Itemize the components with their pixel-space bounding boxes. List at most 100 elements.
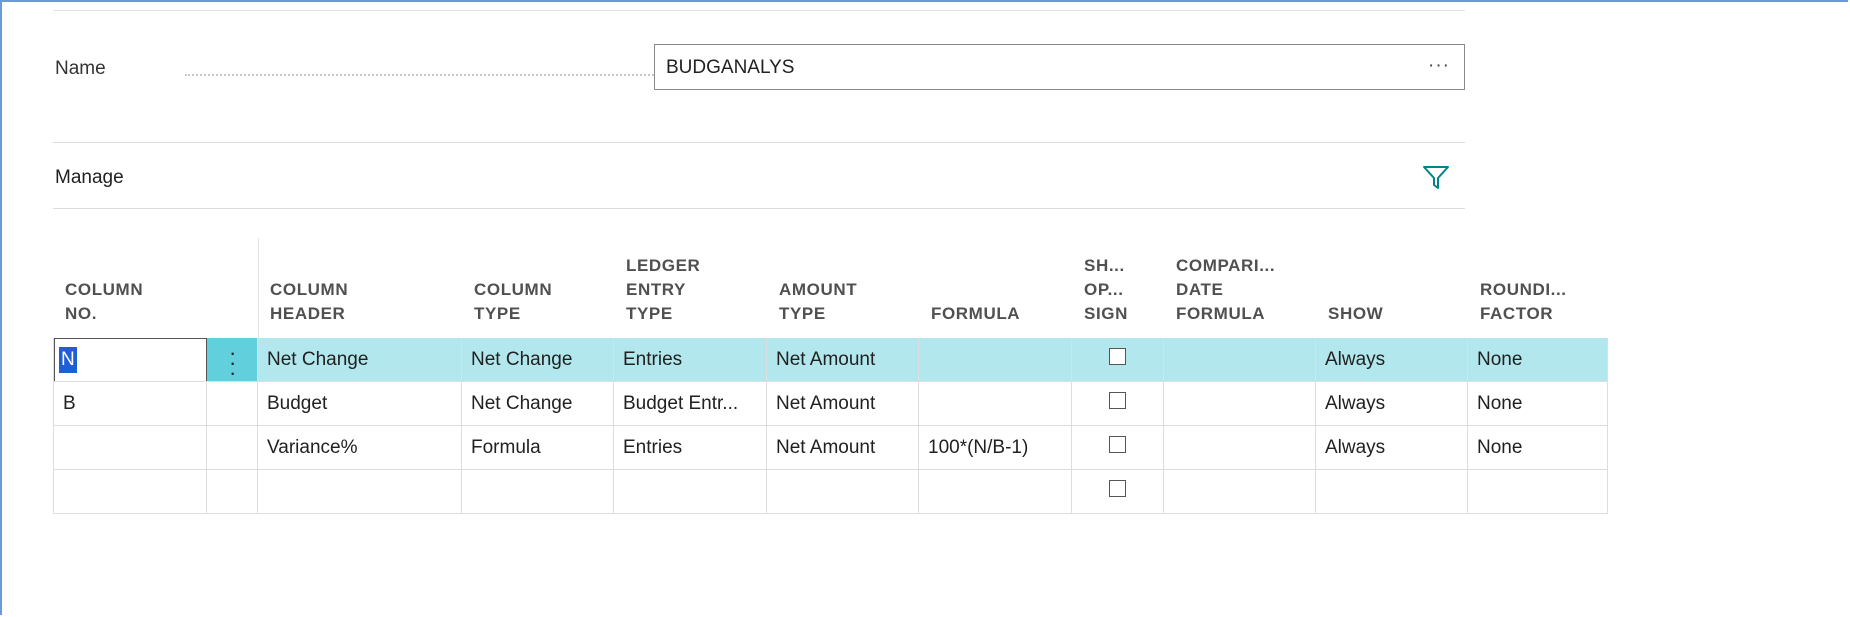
cell-divider xyxy=(206,382,207,426)
cell-text: Net Amount xyxy=(776,393,876,414)
column-header-label: COLUMN TYPE xyxy=(474,280,553,323)
cell-show[interactable]: Always xyxy=(1316,426,1468,470)
cell-ledger[interactable]: Budget Entr... xyxy=(614,382,767,426)
divider xyxy=(53,142,1465,143)
cell-no[interactable] xyxy=(53,470,258,514)
cell-formula[interactable]: 100*(N/B-1) xyxy=(919,426,1072,470)
cell-header[interactable]: Budget xyxy=(258,382,462,426)
cell-text: Budget xyxy=(267,393,328,414)
cell-text: Entries xyxy=(623,349,683,370)
cell-text: 100*(N/B-1) xyxy=(928,437,1029,458)
cell-rounding[interactable] xyxy=(1468,470,1608,514)
cell-text: Net Amount xyxy=(776,349,876,370)
divider xyxy=(53,208,1465,209)
cell-text: Net Change xyxy=(267,349,369,370)
top-divider xyxy=(53,10,1465,11)
row-actions-kebab-icon[interactable]: · · · xyxy=(207,338,257,381)
cell-header[interactable]: Variance% xyxy=(258,426,462,470)
column-header-label: AMOUNT TYPE xyxy=(779,280,858,323)
column-header-4[interactable]: AMOUNT TYPE xyxy=(767,238,919,338)
cell-text: None xyxy=(1477,393,1523,414)
cell-type[interactable]: Net Change xyxy=(462,382,614,426)
cell-rounding[interactable]: None xyxy=(1468,382,1608,426)
cell-show-opp[interactable] xyxy=(1072,382,1164,426)
column-header-6[interactable]: SH... OP... SIGN xyxy=(1072,238,1164,338)
cell-comp-date[interactable] xyxy=(1164,338,1316,382)
column-header-5[interactable]: FORMULA xyxy=(919,238,1072,338)
cell-ledger[interactable] xyxy=(614,470,767,514)
cell-text: Budget Entr... xyxy=(623,393,739,414)
column-header-label: SH... OP... SIGN xyxy=(1084,256,1128,323)
selected-text: N xyxy=(59,347,77,373)
name-label: Name xyxy=(55,58,106,79)
cell-formula[interactable] xyxy=(919,382,1072,426)
column-header-3[interactable]: LEDGER ENTRY TYPE xyxy=(614,238,767,338)
column-header-9[interactable]: ROUNDI... FACTOR xyxy=(1468,238,1608,338)
cell-text: None xyxy=(1477,437,1523,458)
column-header-7[interactable]: COMPARI... DATE FORMULA xyxy=(1164,238,1316,338)
leader-dots xyxy=(185,74,693,76)
cell-divider xyxy=(206,470,207,514)
cell-formula[interactable] xyxy=(919,470,1072,514)
cell-show[interactable] xyxy=(1316,470,1468,514)
cell-no[interactable]: N · · · xyxy=(53,338,258,382)
name-input[interactable]: BUDGANALYS ··· xyxy=(654,44,1465,90)
cell-text: None xyxy=(1477,349,1523,370)
cell-rounding[interactable]: None xyxy=(1468,426,1608,470)
cell-text: Formula xyxy=(471,437,541,458)
cell-text: Variance% xyxy=(267,437,358,458)
cell-text: Net Change xyxy=(471,393,573,414)
cell-show[interactable]: Always xyxy=(1316,382,1468,426)
column-header-label: ROUNDI... FACTOR xyxy=(1480,280,1567,323)
cell-comp-date[interactable] xyxy=(1164,382,1316,426)
cell-type[interactable]: Net Change xyxy=(462,338,614,382)
cell-show-opp[interactable] xyxy=(1072,338,1164,382)
cell-text: Entries xyxy=(623,437,683,458)
column-header-label: COLUMN HEADER xyxy=(270,280,349,323)
cell-show[interactable]: Always xyxy=(1316,338,1468,382)
show-opposite-sign-checkbox[interactable] xyxy=(1109,480,1126,497)
cell-ledger[interactable]: Entries xyxy=(614,426,767,470)
show-opposite-sign-checkbox[interactable] xyxy=(1109,348,1126,365)
column-header-8[interactable]: SHOW xyxy=(1316,238,1468,338)
cell-amount[interactable]: Net Amount xyxy=(767,382,919,426)
lookup-ellipsis-button[interactable]: ··· xyxy=(1428,55,1450,77)
manage-action[interactable]: Manage xyxy=(55,167,124,189)
cell-type[interactable] xyxy=(462,470,614,514)
cell-comp-date[interactable] xyxy=(1164,426,1316,470)
cell-text: B xyxy=(63,393,76,414)
cell-amount[interactable] xyxy=(767,470,919,514)
cell-header[interactable]: Net Change xyxy=(258,338,462,382)
cell-amount[interactable]: Net Amount xyxy=(767,426,919,470)
cell-rounding[interactable]: None xyxy=(1468,338,1608,382)
column-header-label: SHOW xyxy=(1328,304,1384,323)
column-header-label: COLUMN NO. xyxy=(65,280,144,323)
column-header-2[interactable]: COLUMN TYPE xyxy=(462,238,614,338)
cell-show-opp[interactable] xyxy=(1072,470,1164,514)
cell-text: Always xyxy=(1325,437,1386,458)
cell-ledger[interactable]: Entries xyxy=(614,338,767,382)
column-no-input[interactable]: N xyxy=(54,338,207,381)
cell-text: Always xyxy=(1325,349,1386,370)
cell-divider xyxy=(206,426,207,470)
column-header-0[interactable]: COLUMN NO. xyxy=(53,238,203,338)
cell-type[interactable]: Formula xyxy=(462,426,614,470)
cell-text: Always xyxy=(1325,393,1386,414)
cell-no[interactable] xyxy=(53,426,258,470)
cell-no[interactable]: B xyxy=(53,382,258,426)
show-opposite-sign-checkbox[interactable] xyxy=(1109,392,1126,409)
cell-header[interactable] xyxy=(258,470,462,514)
column-header-label: LEDGER ENTRY TYPE xyxy=(626,256,701,323)
cell-amount[interactable]: Net Amount xyxy=(767,338,919,382)
cell-text: Net Change xyxy=(471,349,573,370)
cell-comp-date[interactable] xyxy=(1164,470,1316,514)
filter-icon[interactable] xyxy=(1422,165,1450,191)
show-opposite-sign-checkbox[interactable] xyxy=(1109,436,1126,453)
column-header-label: COMPARI... DATE FORMULA xyxy=(1176,256,1276,323)
column-header-1[interactable]: COLUMN HEADER xyxy=(258,238,462,338)
cell-text: Net Amount xyxy=(776,437,876,458)
cell-show-opp[interactable] xyxy=(1072,426,1164,470)
name-value: BUDGANALYS xyxy=(666,57,795,78)
name-field-row: Name BUDGANALYS ··· xyxy=(53,44,1465,92)
cell-formula[interactable] xyxy=(919,338,1072,382)
